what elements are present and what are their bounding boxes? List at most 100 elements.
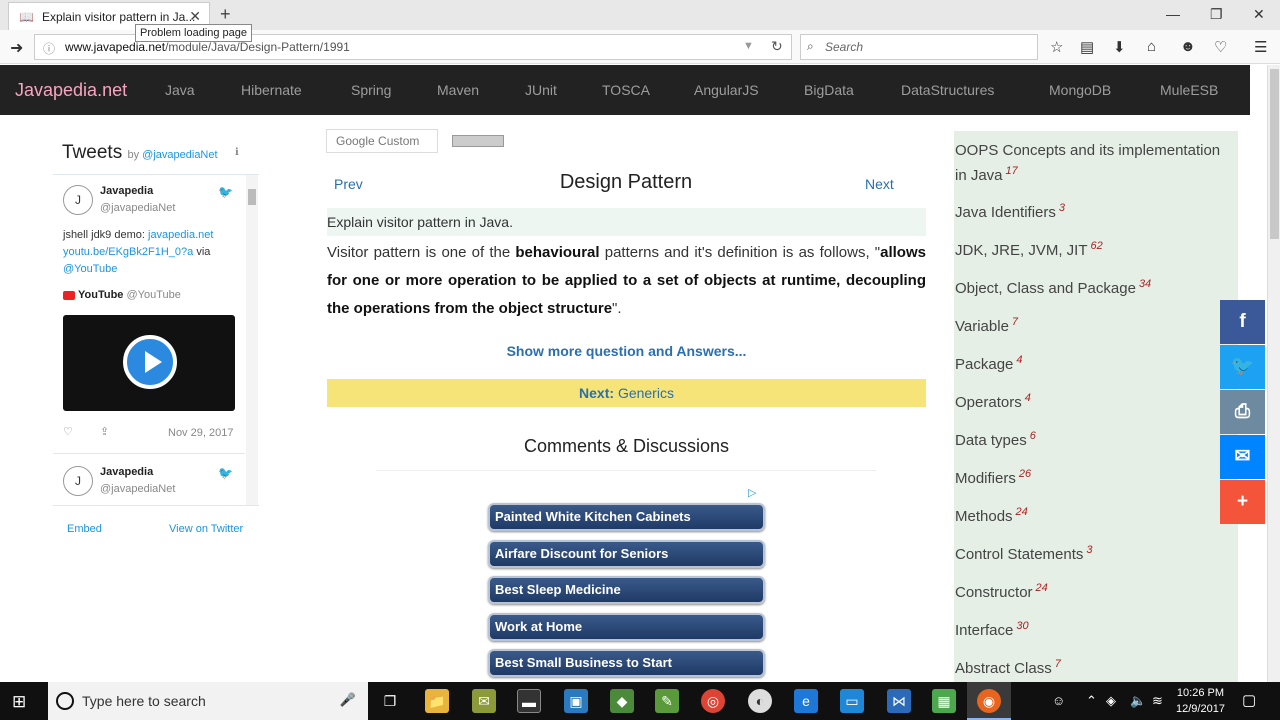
feed-scrollbar[interactable]: [246, 175, 258, 505]
nav-maven[interactable]: Maven: [437, 82, 479, 98]
play-icon[interactable]: [123, 335, 177, 389]
terminal-icon[interactable]: ▬: [517, 689, 541, 713]
nav-junit[interactable]: JUnit: [525, 82, 557, 98]
file-explorer-icon[interactable]: 📁: [425, 689, 449, 713]
nav-hibernate[interactable]: Hibernate: [241, 82, 302, 98]
nav-java[interactable]: Java: [165, 82, 195, 98]
ad-link[interactable]: Airfare Discount for Seniors: [488, 540, 765, 568]
volume-icon[interactable]: 🔈: [1130, 693, 1146, 709]
reading-list-icon[interactable]: ▤: [1080, 38, 1094, 56]
edge-icon[interactable]: e: [794, 689, 818, 713]
youtube-card-header[interactable]: YouTube @YouTube: [63, 289, 181, 301]
tweet-date[interactable]: Nov 29, 2017: [168, 427, 233, 439]
nav-tosca[interactable]: TOSCA: [602, 82, 650, 98]
view-on-twitter-link[interactable]: View on Twitter: [169, 523, 243, 535]
tweets-by-handle[interactable]: @javapediaNet: [142, 149, 217, 161]
pocket-icon[interactable]: ♡: [1214, 38, 1227, 56]
ad-link[interactable]: Best Small Business to Start: [488, 649, 765, 677]
nav-angularjs[interactable]: AngularJS: [694, 82, 759, 98]
wifi-icon[interactable]: ≋: [1152, 693, 1163, 709]
twitter-bird-icon[interactable]: 🐦: [218, 466, 233, 480]
ad-link[interactable]: Painted White Kitchen Cabinets: [488, 503, 765, 531]
dropdown-icon[interactable]: ▼: [743, 40, 754, 52]
tweet-link[interactable]: youtu.be/EKgBk2F1H_0?a: [63, 246, 193, 258]
close-tab-icon[interactable]: ✕: [189, 8, 201, 25]
back-icon[interactable]: ➜: [10, 38, 23, 58]
dropbox-icon[interactable]: ◈: [1106, 693, 1116, 709]
nav-mongodb[interactable]: MongoDB: [1049, 82, 1111, 98]
eclipse-icon[interactable]: ◐: [748, 689, 772, 713]
show-more-link[interactable]: Show more question and Answers...: [327, 343, 926, 359]
maximize-icon[interactable]: ❐: [1210, 6, 1223, 23]
nav-datastructures[interactable]: DataStructures: [901, 82, 994, 98]
sidebar-item[interactable]: Java Identifiers 3: [955, 198, 1225, 223]
tweet-author[interactable]: Javapedia: [100, 466, 153, 478]
facebook-share-button[interactable]: f: [1220, 300, 1265, 344]
firefox-icon[interactable]: ◉: [977, 689, 1001, 713]
video-thumbnail[interactable]: [63, 315, 235, 411]
avatar[interactable]: J: [63, 466, 93, 496]
people-icon[interactable]: ☺: [1052, 693, 1065, 708]
sidebar-item[interactable]: Interface 30: [955, 616, 1225, 641]
sidebar-item[interactable]: Constructor 24: [955, 578, 1225, 603]
share-icon[interactable]: ⇪: [100, 426, 109, 438]
sidebar-item[interactable]: OOPS Concepts and its implementation in …: [955, 140, 1225, 186]
app-icon[interactable]: ▭: [840, 689, 864, 713]
adchoices-icon[interactable]: ▷: [748, 486, 756, 499]
visual-studio-icon[interactable]: ⋈: [887, 689, 911, 713]
home-icon[interactable]: ⌂: [1147, 38, 1156, 55]
nav-bigdata[interactable]: BigData: [804, 82, 854, 98]
sidebar-item[interactable]: Control Statements 3: [955, 540, 1225, 565]
sidebar-item[interactable]: Object, Class and Package 34: [955, 274, 1225, 299]
microphone-icon[interactable]: 🎤: [340, 692, 356, 708]
embed-link[interactable]: Embed: [67, 523, 102, 535]
google-custom-search-input[interactable]: Google Custom: [326, 129, 438, 153]
sidebar-item[interactable]: Data types 6: [955, 426, 1225, 451]
tweet-mention[interactable]: @YouTube: [63, 263, 117, 275]
google-search-button[interactable]: [452, 135, 504, 147]
sidebar-item[interactable]: Operators 4: [955, 388, 1225, 413]
minimize-icon[interactable]: —: [1166, 6, 1180, 22]
next-link[interactable]: Next: [865, 176, 894, 192]
tweet-handle[interactable]: @javapediaNet: [100, 483, 175, 495]
new-tab-button[interactable]: +: [220, 4, 231, 25]
twitter-share-button[interactable]: 🐦: [1220, 345, 1265, 389]
like-icon[interactable]: ♡: [63, 426, 73, 438]
notepad-icon[interactable]: ✎: [655, 689, 679, 713]
next-topic-link[interactable]: Generics: [618, 385, 674, 401]
chrome-icon[interactable]: ◎: [701, 689, 725, 713]
taskbar-search-input[interactable]: Type here to search 🎤: [48, 682, 368, 720]
app-icon[interactable]: ◆: [610, 689, 634, 713]
print-button[interactable]: ⎙: [1220, 390, 1265, 434]
page-scrollbar[interactable]: [1267, 65, 1280, 682]
browser-search-input[interactable]: ⌕ Search: [800, 34, 1038, 60]
tweet-link[interactable]: javapedia.net: [148, 229, 213, 241]
app-icon[interactable]: ✉: [472, 689, 496, 713]
sidebar-item[interactable]: JDK, JRE, JVM, JIT 62: [955, 236, 1225, 261]
sidebar-item[interactable]: Variable 7: [955, 312, 1225, 337]
tweet-handle[interactable]: @javapediaNet: [100, 202, 175, 214]
nav-muleesb[interactable]: MuleESB: [1160, 82, 1218, 98]
sidebar-item[interactable]: Modifiers 26: [955, 464, 1225, 489]
tweet-feed[interactable]: J Javapedia @javapediaNet 🐦 jshell jdk9 …: [53, 174, 259, 506]
sidebar-item[interactable]: Abstract Class 7: [955, 654, 1225, 679]
nav-spring[interactable]: Spring: [351, 82, 391, 98]
windows-start-icon[interactable]: ⊞: [12, 692, 26, 712]
ad-link[interactable]: Work at Home: [488, 613, 765, 641]
remote-desktop-icon[interactable]: ▣: [564, 689, 588, 713]
site-logo[interactable]: Javapedia.net: [15, 80, 127, 101]
notification-icon[interactable]: ▢: [1242, 691, 1256, 709]
info-icon[interactable]: ℹ: [235, 147, 239, 158]
more-share-button[interactable]: +: [1220, 480, 1265, 524]
messenger-share-button[interactable]: ✉: [1220, 435, 1265, 479]
download-icon[interactable]: ⬇: [1113, 38, 1126, 56]
app-icon[interactable]: ▦: [932, 689, 956, 713]
sidebar-item[interactable]: Methods 24: [955, 502, 1225, 527]
reload-icon[interactable]: ↻: [771, 38, 783, 55]
sidebar-item[interactable]: Package 4: [955, 350, 1225, 375]
star-icon[interactable]: ☆: [1050, 38, 1063, 56]
menu-icon[interactable]: ☰: [1254, 38, 1267, 56]
scrollbar-thumb[interactable]: [1270, 69, 1279, 239]
chat-icon[interactable]: ☻: [1180, 38, 1196, 55]
task-view-icon[interactable]: ❐: [378, 689, 402, 713]
